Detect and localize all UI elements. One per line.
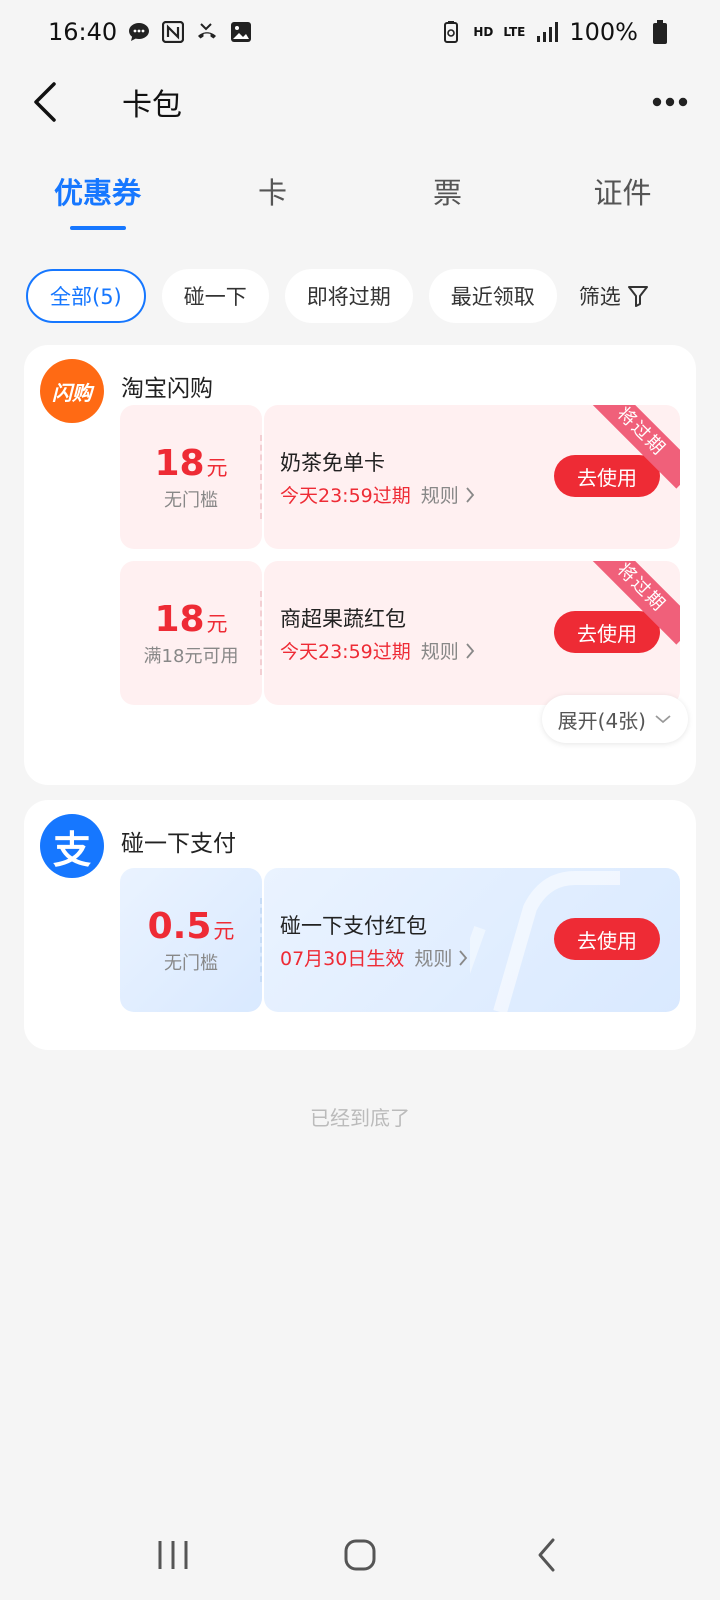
chip-all[interactable]: 全部(5) (26, 269, 146, 323)
tab-bar: 优惠券 卡 票 证件 (0, 170, 720, 240)
use-coupon-button[interactable]: 去使用 (554, 455, 660, 497)
coupon-title: 商超果蔬红包 (280, 607, 406, 631)
use-coupon-button[interactable]: 去使用 (554, 918, 660, 960)
coupon-body: 奶茶免单卡 今天23:59过期 规则 去使用 将过期 (264, 405, 680, 549)
coupon-item[interactable]: 18 元 无门槛 奶茶免单卡 今天23:59过期 规则 去使用 将过期 (120, 405, 680, 549)
tab-documents[interactable]: 证件 (548, 170, 698, 240)
network-lte-label: LTE (503, 25, 526, 39)
coupon-stub: 18 元 无门槛 (120, 405, 262, 549)
battery-percent: 100% (569, 18, 638, 46)
coupon-threshold: 满18元可用 (143, 645, 239, 667)
status-time: 16:40 (48, 18, 118, 46)
filter-button[interactable]: 筛选 (579, 281, 649, 311)
back-button[interactable] (30, 72, 70, 132)
coupon-title: 奶茶免单卡 (280, 451, 385, 475)
alipay-logo: 支 (40, 814, 104, 878)
chevron-down-icon (655, 715, 671, 724)
status-left: 16:40 (48, 18, 253, 46)
recent-apps-button[interactable] (143, 1530, 203, 1580)
system-nav-bar (0, 1520, 720, 1590)
merchant-card-taobao: 闪购 淘宝闪购 18 元 无门槛 奶茶免单卡 今天23:59过期 规则 去使用 … (24, 345, 696, 785)
expand-button[interactable]: 展开(4张) (541, 695, 688, 743)
filter-label: 筛选 (578, 285, 621, 309)
coupon-expire: 今天23:59过期 (280, 485, 411, 507)
merchant-name: 碰一下支付 (121, 831, 236, 857)
expand-label: 展开(4张) (557, 708, 646, 733)
chevron-right-icon (466, 642, 474, 659)
network-hd-label: HD (473, 25, 494, 39)
tab-tickets[interactable]: 票 (373, 170, 523, 240)
coupon-threshold: 无门槛 (164, 489, 218, 511)
rule-label: 规则 (420, 641, 459, 663)
rule-label: 规则 (420, 485, 459, 507)
merchant-card-alipay: 支 碰一下支付 0.5 元 无门槛 碰一下支付红包 07月30日生效 规则 去使… (24, 800, 696, 1050)
tab-label: 证件 (593, 176, 652, 210)
coupon-amount: 18 元 (154, 443, 227, 484)
filter-chips: 全部(5) 碰一下 即将过期 最近领取 筛选 (26, 268, 706, 324)
end-of-list-text: 已经到底了 (310, 1106, 410, 1130)
use-coupon-button[interactable]: 去使用 (554, 611, 660, 653)
nav-bar: 卡包 (0, 64, 720, 140)
coupon-expire: 今天23:59过期 (280, 641, 411, 663)
nfc-icon (161, 20, 185, 44)
amount-unit: 元 (213, 918, 235, 943)
merchant-name: 淘宝闪购 (121, 376, 213, 402)
page-title: 卡包 (122, 88, 182, 123)
tab-active-indicator (69, 226, 126, 230)
coupon-stub: 18 元 满18元可用 (120, 561, 262, 705)
coupon-body: 商超果蔬红包 今天23:59过期 规则 去使用 将过期 (264, 561, 680, 705)
rule-link[interactable]: 规则 (414, 944, 468, 971)
coupon-effective-date: 07月30日生效 (280, 948, 405, 970)
chat-bubble-icon (127, 20, 151, 44)
status-right: HD LTE 100% (439, 18, 672, 46)
taobao-flash-logo: 闪购 (40, 359, 104, 423)
signal-icon (535, 20, 559, 44)
rule-link[interactable]: 规则 (421, 481, 475, 508)
home-button[interactable] (330, 1530, 390, 1580)
tab-label: 卡 (257, 176, 287, 210)
amount-value: 0.5 (147, 905, 212, 947)
filter-funnel-icon (627, 286, 648, 307)
amount-value: 18 (154, 598, 205, 640)
coupon-stub: 0.5 元 无门槛 (120, 868, 262, 1012)
coupon-item[interactable]: 0.5 元 无门槛 碰一下支付红包 07月30日生效 规则 去使用 (120, 868, 680, 1012)
coupon-body: 碰一下支付红包 07月30日生效 规则 去使用 (264, 868, 680, 1012)
coupon-meta: 07月30日生效 规则 (280, 944, 468, 971)
coupon-amount: 18 元 (154, 599, 227, 640)
amount-value: 18 (154, 442, 205, 484)
battery-saver-icon (439, 20, 463, 44)
more-dots-icon (652, 97, 688, 107)
home-icon (344, 1539, 376, 1571)
tab-label: 票 (432, 176, 462, 210)
tab-coupons[interactable]: 优惠券 (23, 170, 173, 240)
coupon-meta: 今天23:59过期 规则 (280, 481, 475, 508)
rule-link[interactable]: 规则 (421, 637, 475, 664)
coupon-title: 碰一下支付红包 (280, 914, 427, 938)
recent-apps-icon (158, 1541, 188, 1569)
back-arrow-icon (34, 82, 56, 122)
system-back-button[interactable] (517, 1530, 577, 1580)
chevron-right-icon (459, 949, 468, 966)
coupon-threshold: 无门槛 (164, 952, 218, 974)
status-bar: 16:40 HD LTE 100% (0, 0, 720, 64)
chip-tap[interactable]: 碰一下 (161, 269, 269, 323)
amount-unit: 元 (206, 611, 228, 636)
chip-recent[interactable]: 最近领取 (428, 269, 557, 323)
more-button[interactable] (648, 80, 692, 124)
rule-label: 规则 (414, 948, 453, 970)
gallery-icon (229, 20, 253, 44)
system-back-icon (538, 1538, 555, 1572)
tab-label: 优惠券 (53, 176, 141, 210)
coupon-amount: 0.5 元 (148, 906, 235, 947)
battery-icon (648, 20, 672, 44)
missed-call-icon (195, 20, 219, 44)
amount-unit: 元 (206, 455, 228, 480)
chevron-right-icon (466, 486, 474, 503)
coupon-meta: 今天23:59过期 规则 (280, 637, 475, 664)
tab-cards[interactable]: 卡 (198, 170, 348, 240)
chip-expiring[interactable]: 即将过期 (284, 269, 413, 323)
coupon-item[interactable]: 18 元 满18元可用 商超果蔬红包 今天23:59过期 规则 去使用 将过期 (120, 561, 680, 705)
